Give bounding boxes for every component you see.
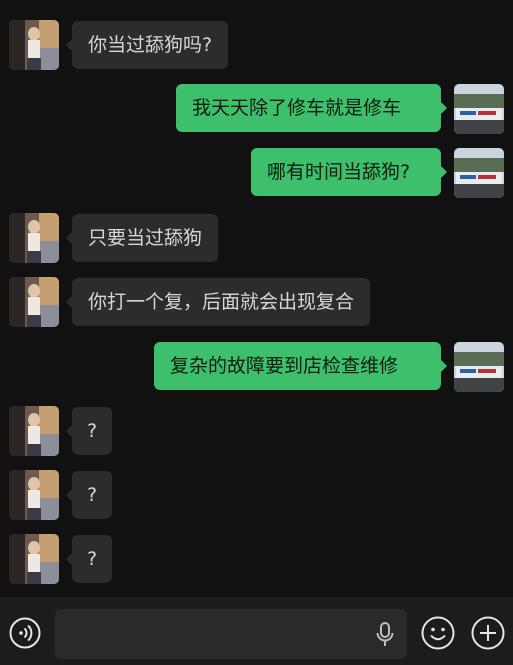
message-bubble-received[interactable]: ?: [66, 471, 112, 519]
contact-avatar[interactable]: [9, 20, 59, 70]
message-row: ?: [0, 470, 513, 520]
message-bubble-received[interactable]: 你当过舔狗吗?: [65, 21, 229, 69]
message-bubble-received[interactable]: 只要当过舔狗: [65, 214, 219, 262]
my-avatar[interactable]: [454, 342, 504, 392]
message-row: ?: [0, 406, 513, 456]
message-row: 哪有时间当舔狗?: [0, 148, 513, 198]
emoji-icon[interactable]: [421, 616, 455, 654]
contact-avatar[interactable]: [9, 406, 59, 456]
chat-message-list: 你当过舔狗吗? 我天天除了修车就是修车 哪有时间当舔狗? 只要当过舔狗 你打一个…: [0, 0, 513, 598]
message-bubble-received[interactable]: 你打一个复，后面就会出现复合: [65, 278, 371, 326]
message-row: 只要当过舔狗: [0, 213, 513, 263]
message-row: 复杂的故障要到店检查维修: [0, 342, 513, 392]
contact-avatar[interactable]: [9, 277, 59, 327]
voice-icon[interactable]: [9, 617, 41, 653]
message-row: ?: [0, 534, 513, 584]
message-bubble-sent[interactable]: 复杂的故障要到店检查维修: [154, 342, 447, 390]
my-avatar[interactable]: [454, 148, 504, 198]
message-bubble-sent[interactable]: 我天天除了修车就是修车: [176, 84, 447, 132]
message-row: 你当过舔狗吗?: [0, 20, 513, 70]
message-row: 我天天除了修车就是修车: [0, 84, 513, 134]
message-bubble-received[interactable]: ?: [66, 407, 112, 455]
microphone-icon[interactable]: [375, 622, 395, 652]
message-input[interactable]: [55, 609, 407, 659]
contact-avatar[interactable]: [9, 534, 59, 584]
message-bubble-received[interactable]: ?: [66, 535, 112, 583]
contact-avatar[interactable]: [9, 213, 59, 263]
my-avatar[interactable]: [454, 84, 504, 134]
plus-icon[interactable]: [471, 616, 505, 654]
message-bubble-sent[interactable]: 哪有时间当舔狗?: [251, 148, 447, 196]
message-row: 你打一个复，后面就会出现复合: [0, 277, 513, 327]
contact-avatar[interactable]: [9, 470, 59, 520]
input-toolbar: [0, 598, 513, 665]
